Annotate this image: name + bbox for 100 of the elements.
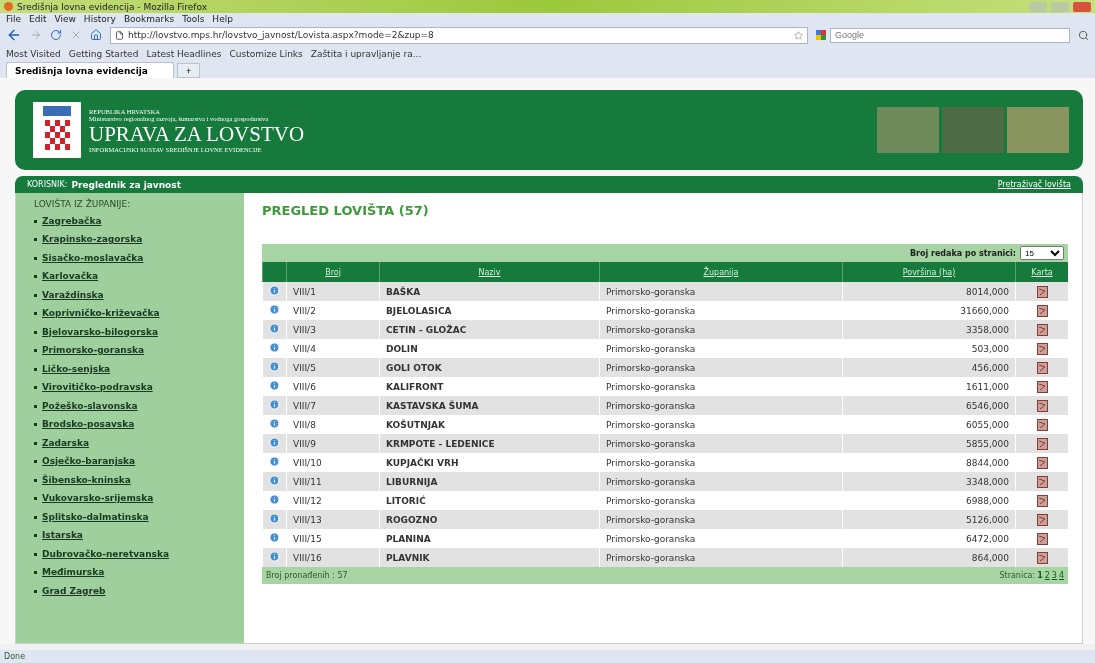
menu-item[interactable]: Tools (182, 13, 205, 24)
bookmark-item[interactable]: Zaštita i upravljanje ra... (310, 48, 422, 59)
rows-per-page-select[interactable]: 15 (1020, 246, 1064, 260)
home-icon[interactable] (90, 29, 102, 41)
county-link[interactable]: Brodsko-posavska (34, 417, 244, 432)
county-link[interactable]: Varaždinska (34, 287, 244, 303)
county-link[interactable]: Požeško-slavonska (34, 398, 244, 414)
page-link[interactable]: 1 (1037, 571, 1043, 580)
county-link[interactable]: Osječko-baranjska (34, 454, 244, 469)
table-cell: 3358,000 (842, 320, 1016, 339)
map-icon[interactable] (1036, 380, 1048, 393)
new-tab-button[interactable]: + (177, 63, 201, 78)
map-icon[interactable] (1036, 361, 1048, 374)
map-icon[interactable] (1036, 513, 1048, 526)
info-icon[interactable] (269, 456, 280, 467)
county-link[interactable]: Splitsko-dalmatinska (34, 509, 244, 525)
bookmark-item[interactable]: Latest Headlines (146, 48, 222, 59)
column-header[interactable]: Županija (599, 262, 843, 282)
table-cell: KALIFRONT (379, 377, 600, 396)
county-link[interactable]: Primorsko-goranska (34, 343, 244, 358)
map-icon[interactable] (1036, 304, 1048, 317)
info-icon[interactable] (269, 418, 280, 429)
table-cell: 6055,000 (842, 415, 1016, 434)
info-icon[interactable] (269, 494, 280, 505)
reload-icon[interactable] (50, 29, 62, 41)
map-icon[interactable] (1036, 323, 1048, 336)
column-header[interactable]: Naziv (379, 262, 600, 282)
county-link[interactable]: Istarska (34, 528, 244, 543)
star-icon[interactable] (794, 30, 803, 40)
menu-item[interactable]: History (83, 13, 116, 24)
table-cell: 864,000 (842, 548, 1016, 567)
stop-icon[interactable] (70, 29, 82, 41)
county-link[interactable]: Dubrovačko-neretvanska (34, 546, 244, 562)
column-header[interactable]: Karta (1015, 262, 1068, 282)
county-link[interactable]: Međimurska (34, 565, 244, 580)
menu-item[interactable]: File (6, 13, 22, 24)
menu-item[interactable]: Edit (29, 13, 47, 24)
county-link[interactable]: Krapinsko-zagorska (34, 232, 244, 247)
back-icon[interactable] (6, 27, 22, 43)
info-icon[interactable] (269, 285, 280, 296)
info-icon[interactable] (269, 475, 280, 486)
county-link[interactable]: Bjelovarsko-bilogorska (34, 324, 244, 340)
search-link[interactable]: Pretraživač lovišta (997, 180, 1071, 189)
address-bar[interactable]: http://lovstvo.mps.hr/lovstvo_javnost/Lovista.aspx?mode=2&zup=8 (110, 26, 808, 44)
county-link[interactable]: Sisačko-moslavačka (34, 250, 244, 266)
map-icon[interactable] (1036, 532, 1048, 545)
table-cell: VIII/15 (286, 529, 380, 548)
photo-placeholder (877, 107, 939, 153)
info-icon[interactable] (269, 323, 280, 334)
table-cell: BJELOLASICA (379, 301, 600, 320)
county-link[interactable]: Zadarska (34, 435, 244, 451)
close-button[interactable] (1073, 1, 1091, 12)
table-cell: ROGOZNO (379, 510, 600, 529)
bookmark-item[interactable]: Getting Started (68, 48, 139, 59)
county-link[interactable]: Ličko-senjska (34, 361, 244, 377)
page-link[interactable]: 3 (1051, 571, 1057, 580)
table-cell: CETIN - GLOŽAC (379, 320, 600, 339)
table-cell: PLAVNIK (379, 548, 600, 567)
info-icon[interactable] (269, 437, 280, 448)
county-link[interactable]: Karlovačka (34, 269, 244, 284)
menu-item[interactable]: Help (212, 13, 233, 24)
info-icon[interactable] (269, 304, 280, 315)
page-link[interactable]: 4 (1058, 571, 1064, 580)
map-icon[interactable] (1036, 399, 1048, 412)
info-icon[interactable] (269, 342, 280, 353)
table-cell: LITORIĆ (379, 491, 600, 510)
bookmark-item[interactable]: Most Visited (6, 48, 61, 59)
map-icon[interactable] (1036, 494, 1048, 507)
county-link[interactable]: Koprivničko-križevačka (34, 306, 244, 321)
table-cell: VIII/9 (286, 434, 380, 453)
table-cell: 8844,000 (842, 453, 1016, 472)
table-cell: VIII/11 (286, 472, 380, 491)
county-link[interactable]: Virovitičko-podravska (34, 380, 244, 395)
map-icon[interactable] (1036, 475, 1048, 488)
info-icon[interactable] (269, 399, 280, 410)
info-icon[interactable] (269, 380, 280, 391)
table-cell: PLANINA (379, 529, 600, 548)
map-icon[interactable] (1036, 285, 1048, 298)
menu-item[interactable]: Bookmarks (123, 13, 175, 24)
info-icon[interactable] (269, 513, 280, 524)
page-link[interactable]: 2 (1044, 571, 1050, 580)
county-link[interactable]: Zagrebačka (34, 213, 244, 229)
county-link[interactable]: Šibensko-kninska (34, 472, 244, 488)
search-icon[interactable] (1078, 29, 1089, 41)
column-header[interactable]: Površina (ha) (842, 262, 1016, 282)
county-link[interactable]: Grad Zagreb (34, 583, 244, 599)
map-icon[interactable] (1036, 342, 1048, 355)
bookmark-item[interactable]: Customize Links (229, 48, 303, 59)
column-header[interactable]: Broj (286, 262, 380, 282)
map-icon[interactable] (1036, 456, 1048, 469)
info-icon[interactable] (269, 532, 280, 543)
map-icon[interactable] (1036, 418, 1048, 431)
search-field[interactable]: Google (830, 27, 1070, 43)
map-icon[interactable] (1036, 437, 1048, 450)
map-icon[interactable] (1036, 551, 1048, 564)
browser-tab[interactable]: Središnja lovna evidencija (6, 62, 174, 78)
info-icon[interactable] (269, 551, 280, 562)
info-icon[interactable] (269, 361, 280, 372)
county-link[interactable]: Vukovarsko-srijemska (34, 491, 244, 506)
menu-item[interactable]: View (54, 13, 76, 24)
